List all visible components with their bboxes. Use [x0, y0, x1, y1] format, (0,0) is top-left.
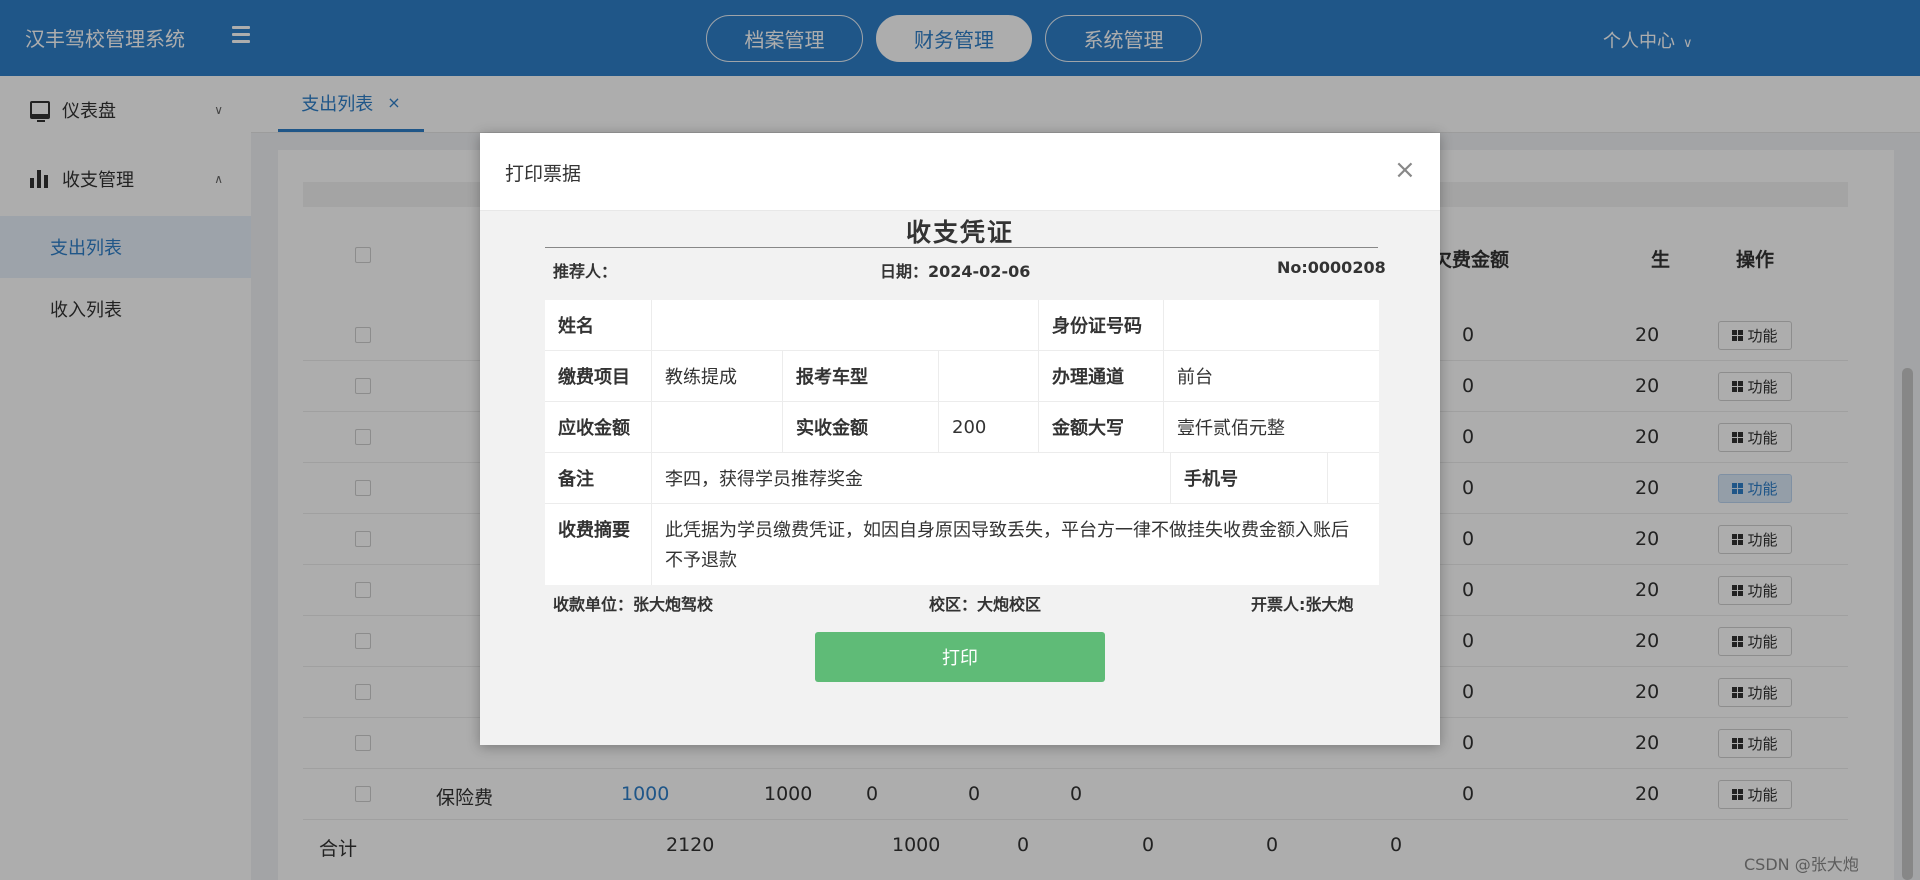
name-label: 姓名	[545, 300, 652, 351]
channel-value: 前台	[1164, 351, 1379, 402]
print-receipt-dialog: 打印票据 × 收支凭证 推荐人： 日期：2024-02-06 No:000020…	[480, 133, 1440, 745]
remark-value: 李四，获得学员推荐奖金	[652, 453, 1171, 504]
divider	[545, 247, 1378, 248]
voucher-number: No:0000208	[1277, 258, 1386, 277]
dialog-title: 打印票据	[505, 163, 582, 185]
id-number-label: 身份证号码	[1039, 300, 1164, 351]
voucher-date: 日期：2024-02-06	[880, 262, 1031, 281]
phone-label: 手机号	[1171, 453, 1328, 504]
payment-item-label: 缴费项目	[545, 351, 652, 402]
remark-label: 备注	[545, 453, 652, 504]
print-button[interactable]: 打印	[815, 632, 1105, 682]
actual-amount-value: 200	[939, 402, 1039, 453]
car-type-value	[939, 351, 1039, 402]
amount-capital-value: 壹仟贰佰元整	[1164, 402, 1379, 453]
referrer-label: 推荐人：	[553, 262, 618, 281]
amount-capital-label: 金额大写	[1039, 402, 1164, 453]
issuer: 开票人:张大炮	[1251, 595, 1354, 614]
summary-label: 收费摘要	[545, 504, 652, 585]
voucher-table: 姓名 身份证号码 缴费项目 教练提成 报考车型 办理通道 前台 应收金额 实收金…	[545, 300, 1379, 585]
car-type-label: 报考车型	[783, 351, 939, 402]
phone-value	[1328, 453, 1379, 504]
receivable-label: 应收金额	[545, 402, 652, 453]
name-value	[652, 300, 1039, 351]
voucher-title: 收支凭证	[905, 218, 1014, 247]
receivable-value	[652, 402, 783, 453]
payee-unit: 收款单位：张大炮驾校	[553, 595, 714, 614]
dialog-header: 打印票据 ×	[480, 133, 1440, 211]
campus: 校区：大炮校区	[929, 595, 1042, 614]
id-number-value	[1164, 300, 1379, 351]
channel-label: 办理通道	[1039, 351, 1164, 402]
actual-amount-label: 实收金额	[783, 402, 939, 453]
close-icon[interactable]: ×	[1394, 155, 1416, 185]
summary-value: 此凭据为学员缴费凭证，如因自身原因导致丢失，平台方一律不做挂失收费金额入账后不予…	[665, 520, 1349, 571]
payment-item-value: 教练提成	[652, 351, 783, 402]
